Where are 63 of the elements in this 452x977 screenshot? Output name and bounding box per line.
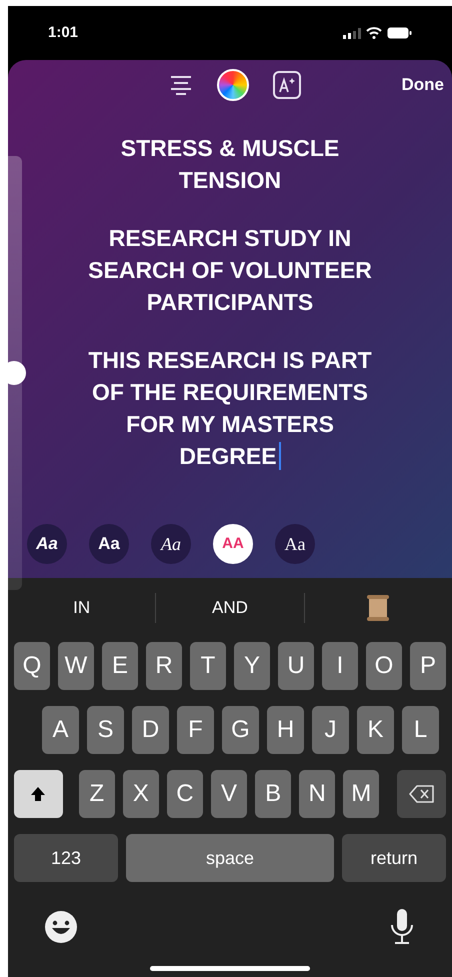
letter-key[interactable]: J: [312, 706, 349, 754]
story-text-line: OF THE REQUIREMENTS: [92, 378, 368, 407]
space-key[interactable]: space: [126, 834, 334, 882]
smiley-icon: [43, 909, 79, 945]
suggestion-button[interactable]: IN: [8, 578, 156, 638]
story-text-line: RESEARCH STUDY IN: [108, 224, 352, 253]
signal-icon: [343, 28, 361, 38]
story-text-line: PARTICIPANTS: [146, 288, 314, 317]
align-center-icon: [170, 75, 192, 95]
letter-key[interactable]: K: [357, 706, 394, 754]
letter-key[interactable]: A: [42, 706, 79, 754]
story-text-line: FOR MY MASTERS: [126, 410, 334, 439]
shift-key[interactable]: [14, 770, 63, 818]
story-text-line: STRESS & MUSCLE: [120, 134, 340, 163]
letter-key[interactable]: C: [166, 770, 203, 818]
letter-key[interactable]: X: [122, 770, 159, 818]
numbers-key[interactable]: 123: [14, 834, 118, 882]
return-key[interactable]: return: [342, 834, 446, 882]
letter-key[interactable]: Y: [234, 642, 270, 690]
story-text-line: DEGREE: [179, 442, 277, 471]
letter-key[interactable]: D: [132, 706, 169, 754]
scroll-emoji-icon: [367, 595, 390, 621]
letter-key[interactable]: R: [146, 642, 182, 690]
letter-key[interactable]: H: [267, 706, 304, 754]
letter-key[interactable]: B: [255, 770, 292, 818]
emoji-button[interactable]: [43, 909, 79, 945]
story-text-line: SEARCH OF VOLUNTEER: [88, 256, 372, 285]
letter-key[interactable]: G: [222, 706, 259, 754]
letter-key[interactable]: T: [190, 642, 226, 690]
shift-arrow-icon: [29, 785, 48, 803]
letter-key[interactable]: M: [343, 770, 380, 818]
font-style-button[interactable]: Aa: [151, 524, 191, 564]
letter-key[interactable]: O: [366, 642, 402, 690]
letter-key[interactable]: S: [87, 706, 124, 754]
story-text-line: TENSION: [178, 166, 282, 195]
text-align-button[interactable]: [169, 73, 193, 97]
backspace-icon: [408, 785, 435, 803]
letter-key[interactable]: N: [299, 770, 336, 818]
font-style-button[interactable]: Aa: [89, 524, 129, 564]
text-effect-button[interactable]: [273, 71, 301, 99]
story-text-line: THIS RESEARCH IS PART: [88, 346, 372, 375]
letter-key[interactable]: P: [410, 642, 446, 690]
letter-key[interactable]: Z: [78, 770, 115, 818]
battery-icon: [387, 27, 412, 39]
wifi-icon: [366, 27, 382, 39]
done-button[interactable]: Done: [400, 72, 446, 98]
font-style-button[interactable]: Aa: [275, 524, 315, 564]
text-sparkle-icon: [273, 71, 301, 99]
letter-key[interactable]: U: [278, 642, 314, 690]
letter-key[interactable]: Q: [14, 642, 50, 690]
letter-key[interactable]: I: [322, 642, 358, 690]
status-time: 1:01: [48, 22, 78, 43]
letter-key[interactable]: L: [402, 706, 439, 754]
font-style-button[interactable]: Aa: [27, 524, 67, 564]
text-cursor: [278, 442, 281, 470]
suggestion-button[interactable]: AND: [156, 578, 304, 638]
delete-key[interactable]: [397, 770, 446, 818]
font-style-button[interactable]: AA: [213, 524, 253, 564]
letter-key[interactable]: W: [58, 642, 94, 690]
color-picker-button[interactable]: [217, 69, 249, 101]
letter-key[interactable]: F: [177, 706, 214, 754]
letter-key[interactable]: E: [102, 642, 138, 690]
letter-key[interactable]: V: [210, 770, 248, 818]
